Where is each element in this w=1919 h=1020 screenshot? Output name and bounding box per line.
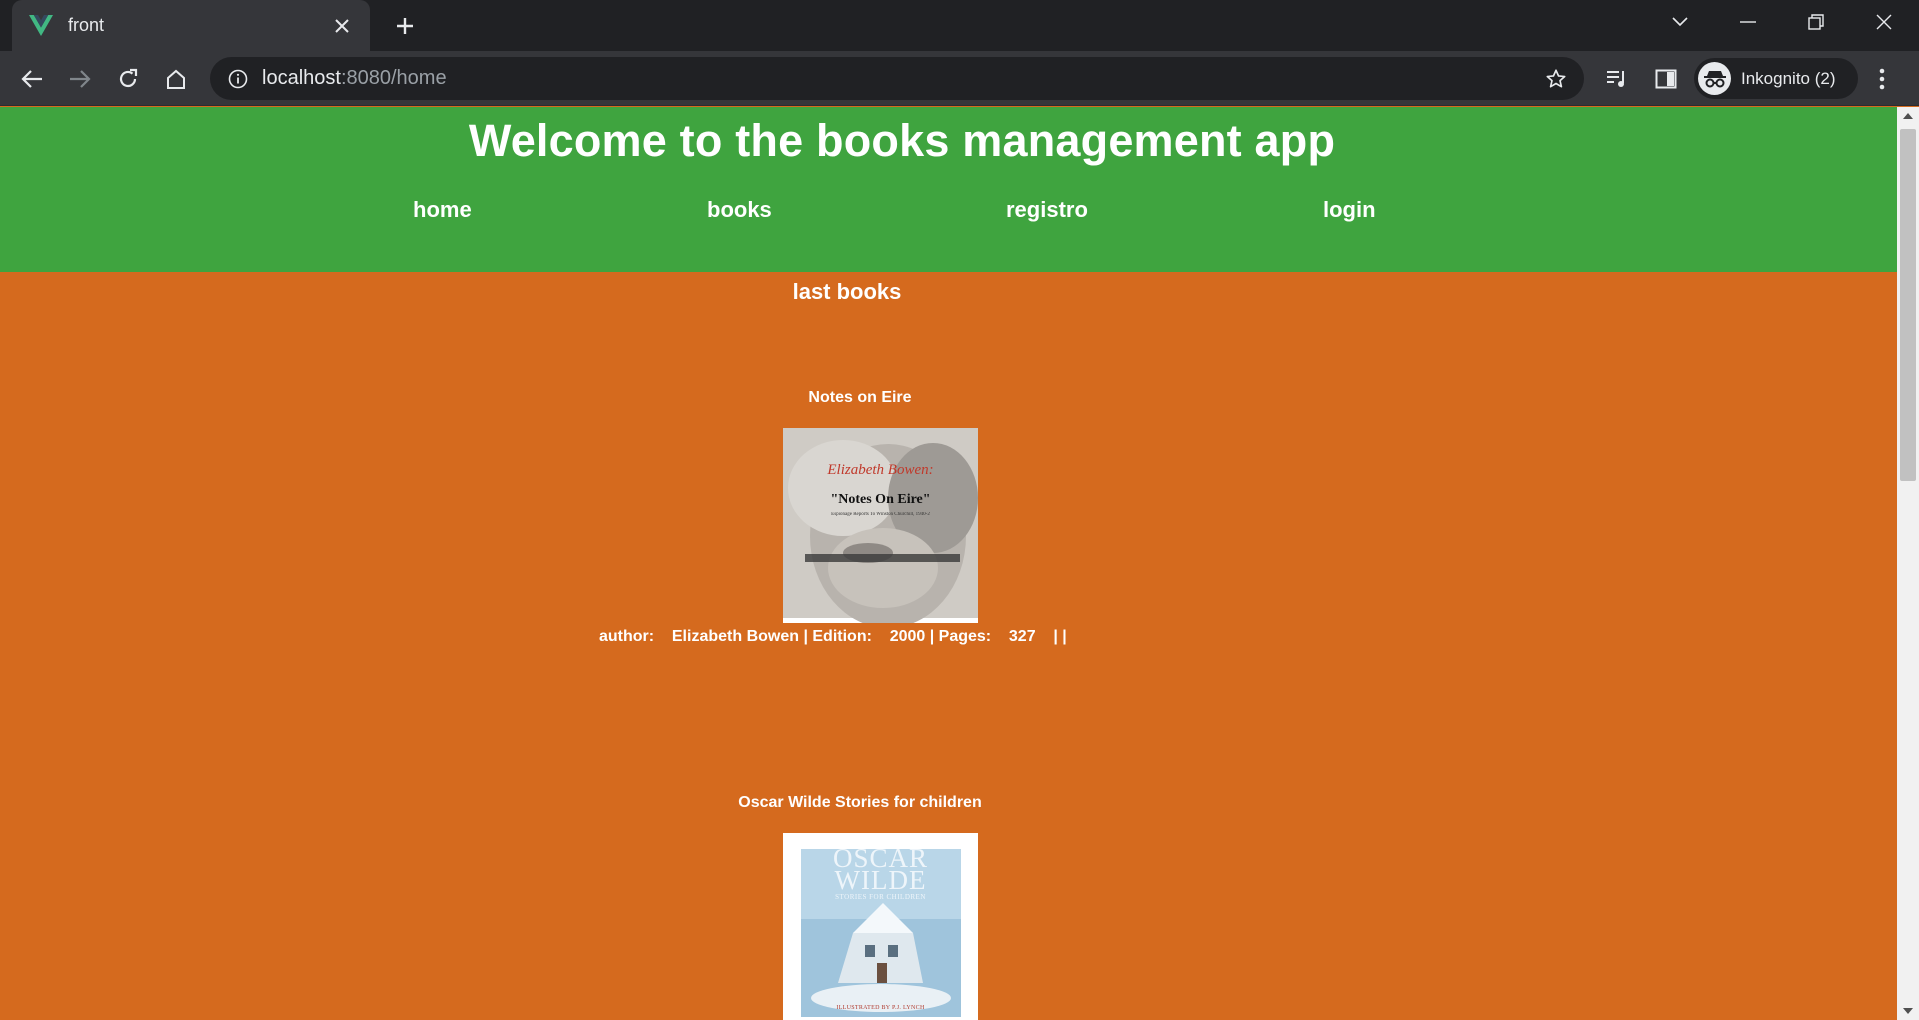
browser-tab-active[interactable]: front (12, 0, 370, 51)
vue-logo-icon (28, 13, 54, 39)
incognito-profile-button[interactable]: Inkognito (2) (1694, 58, 1858, 99)
back-arrow-icon[interactable] (12, 59, 52, 99)
nav-link-registro[interactable]: registro (1006, 197, 1088, 223)
reload-icon[interactable] (108, 59, 148, 99)
incognito-icon (1698, 62, 1731, 95)
cover-author-text: Elizabeth Bowen: (827, 462, 934, 478)
page-viewport: Welcome to the books management app home… (0, 107, 1897, 1020)
scrollbar-thumb[interactable] (1900, 129, 1916, 481)
profile-label: Inkognito (2) (1741, 68, 1836, 88)
cover-subtitle-text: STORIES FOR CHILDREN (835, 893, 926, 901)
kebab-menu-icon[interactable] (1862, 59, 1902, 99)
url-host: localhost (262, 67, 341, 89)
restore-icon[interactable] (1786, 0, 1846, 44)
url-path: :8080/home (340, 67, 447, 89)
bookmark-star-icon[interactable] (1540, 63, 1572, 95)
book-cover-oscar-wilde: OSCAR WILDE STORIES FOR CHILDREN ILLUSTR… (783, 833, 978, 1020)
forward-arrow-icon[interactable] (60, 59, 100, 99)
cover-title-text: "Notes On Eire" (830, 492, 931, 507)
new-tab-icon[interactable] (388, 9, 422, 43)
nav-link-home[interactable]: home (413, 197, 472, 223)
book-meta-line: author: Elizabeth Bowen | Edition: 2000 … (599, 628, 1067, 645)
tab-title: front (68, 15, 105, 35)
nav-link-login[interactable]: login (1323, 197, 1376, 223)
browser-toolbar: localhost :8080/home Inkognito (2) (0, 51, 1919, 106)
tab-search-chevron-down-icon[interactable] (1650, 0, 1710, 44)
minimize-icon[interactable] (1718, 0, 1778, 44)
cover-subtitle-text: Espionage Reports To Winston Churchill, … (831, 512, 930, 517)
close-tab-icon[interactable] (328, 12, 356, 40)
page-title: Welcome to the books management app (468, 115, 1336, 166)
book-title: Notes on Eire (808, 389, 912, 406)
scroll-up-arrow-icon[interactable] (1897, 107, 1919, 125)
address-bar[interactable]: localhost :8080/home (210, 57, 1584, 100)
book-title: Oscar Wilde Stories for children (738, 794, 982, 811)
browser-tab-strip: front (0, 0, 1919, 51)
cover-illustrator-text: ILLUSTRATED BY P.J. LYNCH (836, 1005, 925, 1011)
close-window-icon[interactable] (1854, 0, 1914, 44)
media-queue-icon[interactable] (1598, 59, 1638, 99)
side-panel-icon[interactable] (1646, 59, 1686, 99)
page-scrollbar[interactable] (1897, 107, 1919, 1020)
scroll-down-arrow-icon[interactable] (1897, 1002, 1919, 1020)
cover-title-line2: WILDE (834, 865, 927, 895)
book-cover-notes-on-eire: Elizabeth Bowen: "Notes On Eire" Espiona… (783, 428, 978, 623)
app-header: Welcome to the books management app home… (0, 107, 1897, 272)
nav-link-books[interactable]: books (707, 197, 772, 223)
home-icon[interactable] (156, 59, 196, 99)
site-info-icon[interactable] (224, 65, 252, 93)
section-title-last-books: last books (792, 279, 902, 304)
